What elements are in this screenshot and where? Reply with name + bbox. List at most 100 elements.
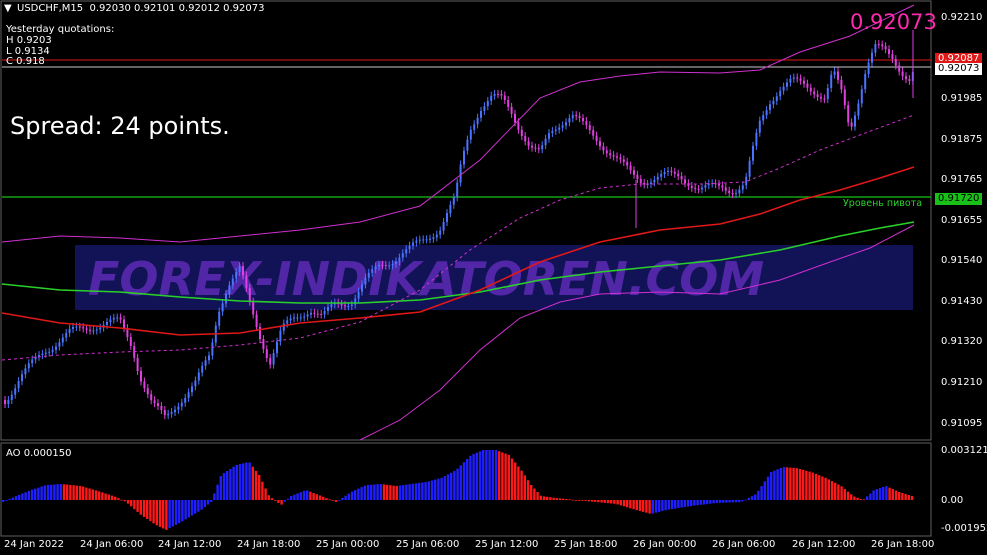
candle-body [357,291,360,299]
ao-bar [731,500,734,503]
candle-body [500,94,503,96]
candle-body [235,272,238,279]
candle-body [208,355,210,361]
candle-body [680,176,683,180]
ao-bar [856,497,859,500]
candle-body [330,304,333,307]
candle-body [68,328,71,333]
ao-bar [878,488,882,500]
ao-bar [187,500,190,518]
ao-bar [910,496,914,500]
ao-bar [210,500,213,502]
candle-body [415,240,418,243]
ao-bar [677,500,680,508]
candle-body [286,320,289,324]
candle-body [296,317,299,319]
ao-bar [152,500,155,524]
ao-bar [261,481,264,500]
ao-bar [664,500,667,511]
ao-bar [290,496,293,500]
ao-bar [341,497,344,500]
ao-bar [325,498,328,500]
ao-bar [802,469,805,500]
ao-bar [296,493,299,500]
ao-bar [72,485,75,500]
ao-bar [773,470,776,500]
candle-body [816,94,819,97]
ao-bar [130,500,133,507]
ao-bar [875,489,878,500]
candle-body [401,253,404,258]
ao-bar [837,484,840,500]
ao-bar [786,467,789,500]
candle-body [724,187,727,191]
ao-bar [363,485,366,500]
ao-bar [46,484,50,500]
price-chart[interactable]: FOREX-INDIKATOREN.COM [0,0,987,555]
ao-bar [347,493,350,500]
candle-body [374,266,377,270]
candle-body [857,103,860,116]
ao-bar [859,499,862,500]
ao-bar [600,500,603,503]
ao-bar [174,500,178,525]
time-tick: 24 Jan 12:00 [158,539,222,550]
candle-body [490,95,493,101]
ao-bar [34,488,37,500]
ao-bar [613,500,616,504]
ao-bar [594,500,597,502]
ao-bar [491,450,494,500]
candle-body [854,115,856,127]
ao-bar [424,482,427,500]
ao-bar [603,500,606,503]
ao-bar [862,499,866,501]
candle-body [867,62,870,74]
price-tag-pivot: 0.91720 [935,193,983,205]
ao-bar [376,484,379,500]
candle-body [843,89,846,106]
ao-bar [821,476,824,500]
candle-body [714,183,717,185]
candle-body [435,234,438,238]
ao-bar [56,484,59,500]
candle-body [701,187,703,190]
candle-body [157,403,159,406]
chart-window[interactable]: FOREX-INDIKATOREN.COM ▼ USDCHF,M15 0.920… [0,0,987,555]
candle-body [663,172,666,175]
symbol-dropdown-icon[interactable]: ▼ [4,3,12,15]
ao-bar [907,495,910,500]
ao-bar [891,489,894,500]
ao-bar [805,470,808,500]
ao-bar [242,463,245,500]
candle-body [721,185,724,188]
candle-body [14,388,17,395]
candle-body [463,150,465,165]
ao-bar [405,484,408,500]
candle-body [741,185,744,190]
candle-body [483,106,486,111]
candle-body [469,129,472,140]
candle-body [786,82,788,87]
ao-bar [549,497,552,500]
ao-bar [62,484,66,500]
candle-body [7,400,10,404]
ao-bar [338,500,341,501]
ao-bar [610,500,613,504]
ao-bar [206,500,210,505]
ao-bar [66,484,69,500]
ao-bar [638,500,642,511]
price-tick: 0.91655 [941,215,983,226]
candle-body [503,95,506,100]
candle-body [809,87,812,92]
candle-body [61,337,64,343]
ao-bar [552,497,555,500]
ao-bar [696,500,699,506]
candle-body [908,79,911,81]
ao-bar [402,485,405,500]
ao-bar [597,500,600,503]
ao-bar [568,499,571,501]
candle-body [884,46,887,50]
ao-bar [699,500,702,505]
ao-bar [728,500,731,503]
ao-bar [43,485,46,500]
